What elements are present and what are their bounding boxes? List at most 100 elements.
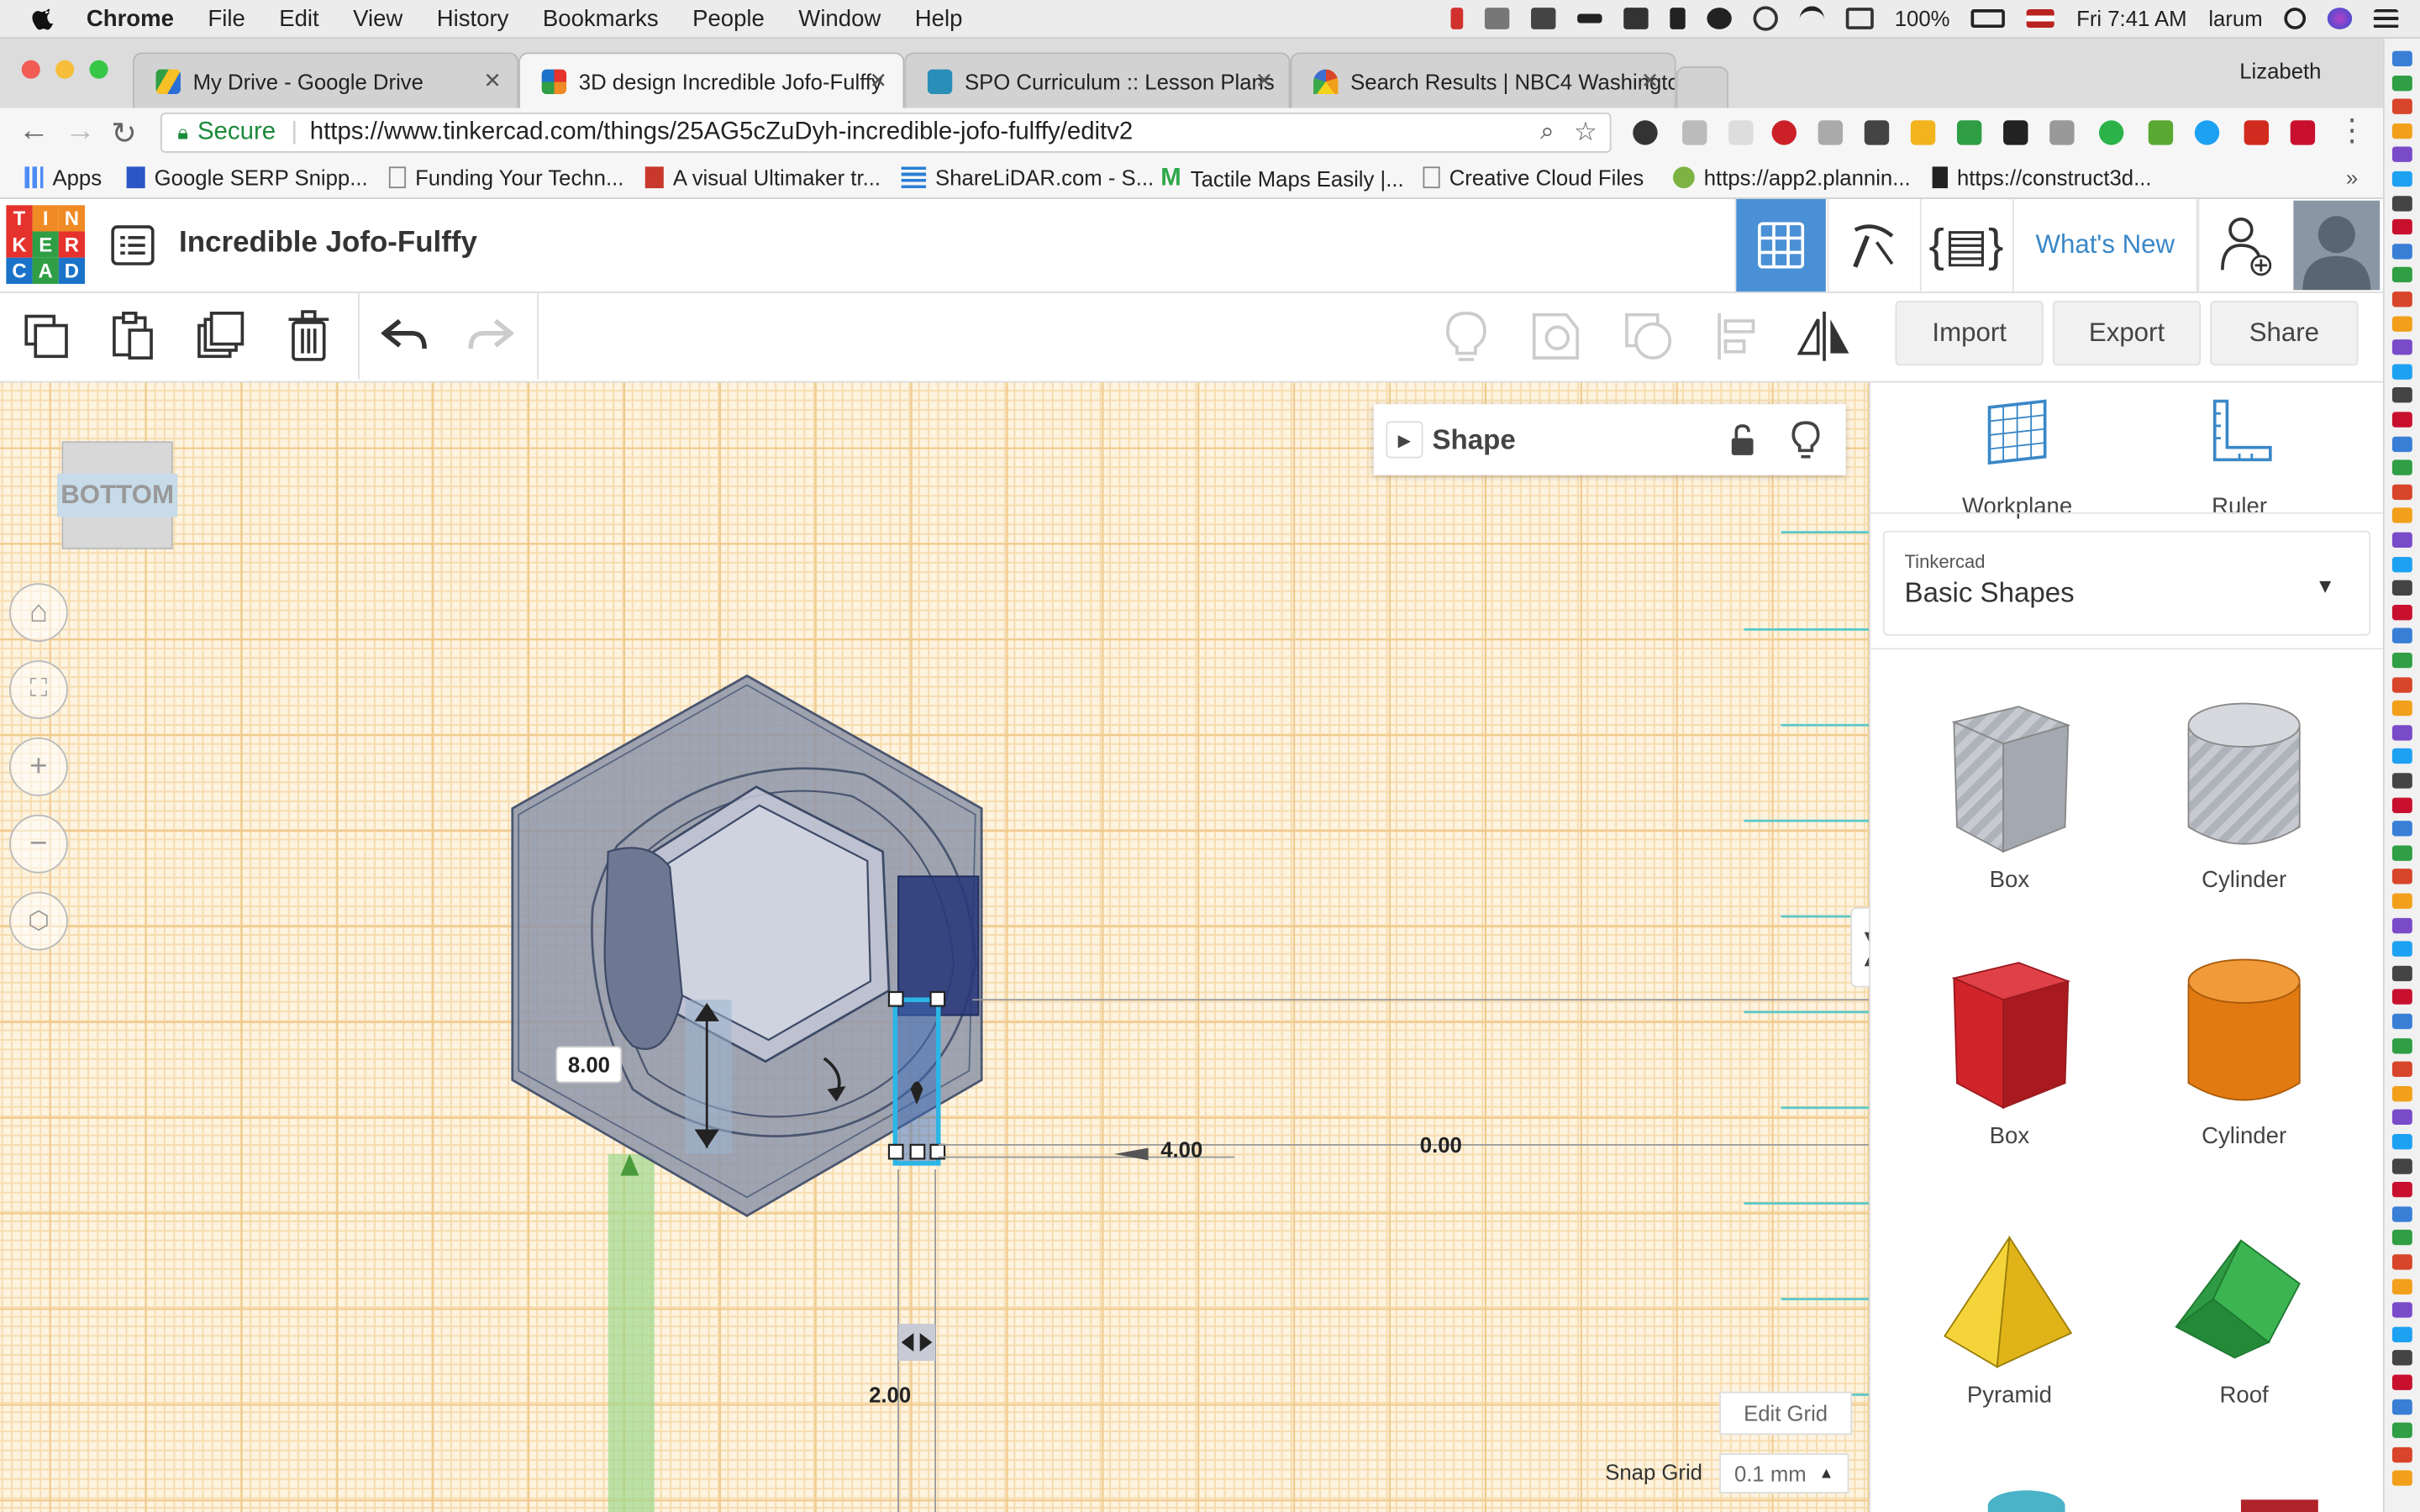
undo-button[interactable] — [373, 306, 434, 367]
snap-grid-select[interactable]: 0.1 mm ▲ — [1719, 1453, 1849, 1494]
bookmark-sharelidar[interactable]: ShareLiDAR.com - S... — [901, 165, 1154, 190]
apple-icon[interactable] — [31, 5, 59, 33]
3d-design-view-button[interactable] — [1734, 198, 1826, 292]
dock-app-icon[interactable] — [2391, 724, 2412, 741]
dock-app-icon[interactable] — [2391, 98, 2412, 115]
workplane-tool[interactable]: Workplane — [1933, 398, 2102, 520]
clapper-icon[interactable] — [1623, 8, 1648, 29]
dock-app-icon[interactable] — [2391, 1085, 2412, 1102]
zoom-icon[interactable]: ⌕ — [1540, 118, 1554, 146]
menu-history[interactable]: History — [437, 5, 509, 31]
align-button[interactable] — [1707, 306, 1768, 367]
dock-app-icon[interactable] — [2391, 339, 2412, 355]
dock-app-icon[interactable] — [2391, 821, 2412, 837]
dock-app-icon[interactable] — [2391, 1399, 2412, 1415]
edit-grid-button[interactable]: Edit Grid — [1719, 1391, 1853, 1436]
battery-device-icon[interactable] — [1576, 13, 1602, 24]
bookmark-funding[interactable]: Funding Your Techn... — [388, 165, 623, 190]
menu-window[interactable]: Window — [798, 5, 881, 31]
dock-app-icon[interactable] — [2391, 1374, 2412, 1390]
dock-app-icon[interactable] — [2391, 1134, 2412, 1150]
shape-roof[interactable]: Roof — [2151, 1231, 2336, 1409]
dock-app-icon[interactable] — [2391, 869, 2412, 885]
dock-app-icon[interactable] — [2391, 1230, 2412, 1246]
dock-app-icon[interactable] — [2391, 1302, 2412, 1318]
dock-app-icon[interactable] — [2391, 75, 2412, 91]
new-tab-button[interactable] — [1676, 66, 1729, 108]
dock-app-icon[interactable] — [2391, 1254, 2412, 1270]
chrome-menu-icon[interactable]: ⋮ — [2337, 111, 2368, 150]
codeblocks-view-button[interactable]: {▤} — [1919, 198, 2011, 292]
spotlight-icon[interactable] — [2284, 8, 2307, 29]
tab-tinkercad[interactable]: 3D design Incredible Jofo-Fulffy ✕ — [518, 52, 905, 108]
extension-icon[interactable] — [1818, 120, 1844, 145]
bricks-view-button[interactable] — [1827, 198, 1918, 292]
dock-app-icon[interactable] — [2391, 796, 2412, 813]
airplay-icon[interactable] — [1844, 8, 1874, 29]
notification-center-icon[interactable] — [2373, 8, 2399, 29]
x-offset-dimension-input[interactable]: 4.00 — [1150, 1132, 1213, 1166]
dock-app-icon[interactable] — [2391, 484, 2412, 500]
extension-icon[interactable] — [2148, 120, 2174, 145]
tinkercad-logo[interactable]: T I N K E R C A D — [6, 205, 86, 284]
shape-pyramid[interactable]: Pyramid — [1917, 1231, 2102, 1409]
extension-icon[interactable] — [1682, 120, 1707, 145]
import-button[interactable]: Import — [1895, 301, 2044, 366]
dock-app-icon[interactable] — [2391, 652, 2412, 669]
z-offset-dimension-input[interactable]: 0.00 — [1409, 1128, 1473, 1162]
menu-bookmarks[interactable]: Bookmarks — [543, 5, 659, 31]
wifi-icon[interactable] — [1798, 5, 1824, 31]
dock-app-icon[interactable] — [2391, 219, 2412, 235]
pinterest-icon[interactable] — [1771, 120, 1797, 145]
workplane-canvas[interactable]: BOTTOM ⌂ ⛶ + − ⬡ 8.00 4.00 0.00 2.00 ▶ S… — [0, 382, 1870, 1512]
notes-button[interactable] — [1435, 306, 1497, 367]
dock-app-icon[interactable] — [2391, 701, 2412, 717]
menu-app-chrome[interactable]: Chrome — [87, 5, 174, 31]
mirror-button[interactable] — [1793, 306, 1854, 367]
lock-icon[interactable] — [1669, 8, 1685, 29]
dock-app-icon[interactable] — [2391, 1182, 2412, 1198]
bookmark-ultimaker[interactable]: A visual Ultimaker tr... — [644, 165, 881, 190]
menu-view[interactable]: View — [353, 5, 402, 31]
dock-app-icon[interactable] — [2391, 1446, 2412, 1462]
close-tab-icon[interactable]: ✕ — [483, 68, 502, 94]
shape-library-select[interactable]: Tinkercad Basic Shapes ▼ — [1882, 530, 2371, 636]
menu-clock[interactable]: Fri 7:41 AM — [2076, 6, 2186, 30]
ungroup-button[interactable] — [1618, 306, 1679, 367]
drive-icon[interactable] — [1530, 8, 1555, 29]
dock-app-icon[interactable] — [2391, 748, 2412, 764]
battery-icon[interactable] — [1971, 9, 2006, 29]
time-machine-icon[interactable] — [1752, 6, 1778, 31]
close-tab-icon[interactable]: ✕ — [870, 68, 888, 94]
shape-cylinder-orange[interactable]: Cylinder — [2151, 948, 2336, 1149]
recording-icon[interactable] — [1449, 8, 1463, 29]
minimize-window-button[interactable] — [55, 60, 75, 79]
profile-name[interactable]: Lizabeth — [2239, 59, 2321, 83]
dock-app-icon[interactable] — [2391, 1062, 2412, 1078]
width-dimension-input[interactable]: 2.00 — [858, 1378, 922, 1411]
close-window-button[interactable] — [21, 60, 40, 79]
bookmark-construct3d[interactable]: https://construct3d... — [1932, 165, 2152, 190]
dock-app-icon[interactable] — [2391, 387, 2412, 404]
export-button[interactable]: Export — [2052, 301, 2202, 366]
redo-button[interactable] — [460, 306, 521, 367]
bookmark-tactile-maps[interactable]: M Tactile Maps Easily |... — [1160, 165, 1403, 193]
extension-icon[interactable] — [1956, 120, 1982, 145]
dock-app-icon[interactable] — [2391, 990, 2412, 1005]
add-user-button[interactable] — [2197, 198, 2292, 292]
twitter-icon[interactable] — [2194, 120, 2220, 145]
maximize-window-button[interactable] — [89, 60, 108, 79]
delete-button[interactable] — [278, 306, 339, 367]
bookmark-google-serp[interactable]: Google SERP Snipp... — [126, 165, 368, 190]
tab-google-drive[interactable]: My Drive - Google Drive ✕ — [132, 52, 519, 108]
camera-icon[interactable] — [2049, 120, 2075, 145]
dock-app-icon[interactable] — [2391, 1422, 2412, 1439]
reload-icon[interactable]: ↻ — [111, 114, 137, 153]
dock-app-icon[interactable] — [2391, 243, 2412, 260]
dock-app-icon[interactable] — [2391, 459, 2412, 476]
dock-app-icon[interactable] — [2391, 412, 2412, 428]
dock-app-icon[interactable] — [2391, 604, 2412, 620]
extension-icon[interactable] — [1728, 120, 1754, 145]
group-button[interactable] — [1525, 306, 1586, 367]
dock-app-icon[interactable] — [2391, 1158, 2412, 1174]
